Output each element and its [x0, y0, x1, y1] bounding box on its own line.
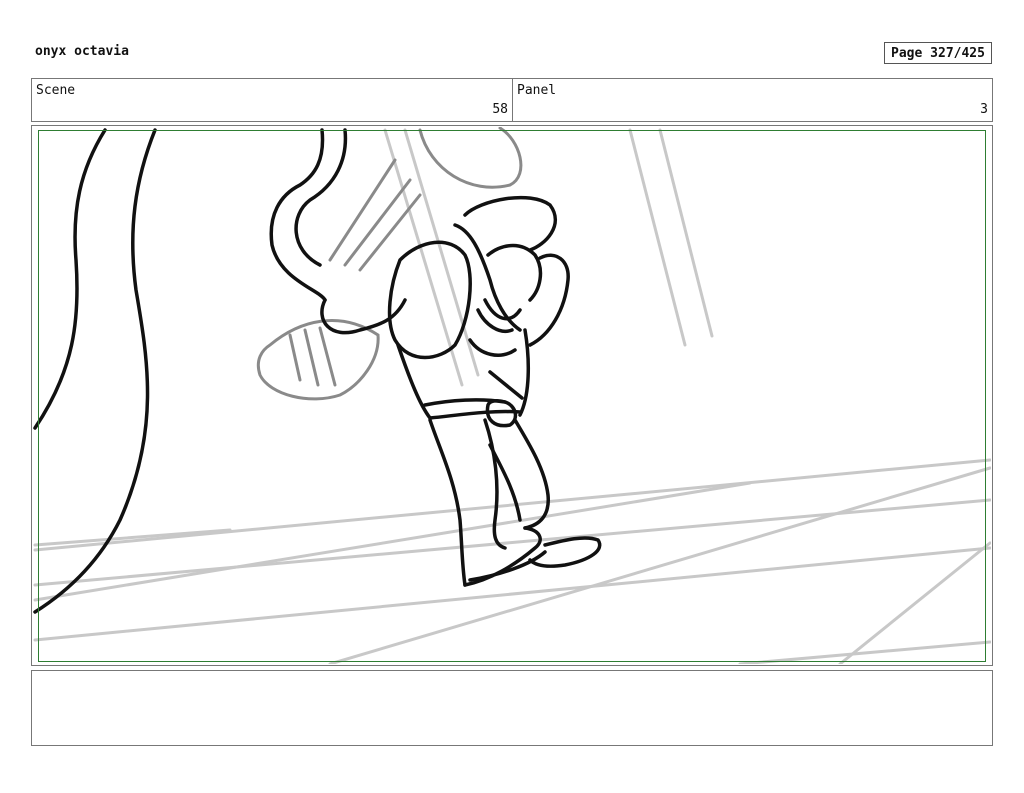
panel-number: 3 — [980, 102, 988, 117]
scene-label: Scene — [36, 83, 76, 98]
page-indicator: Page 327/425 — [884, 42, 992, 64]
scene-panel-header: Scene 58 Panel 3 — [31, 78, 993, 122]
panel-cell: Panel 3 — [513, 79, 992, 121]
author-name: onyx octavia — [35, 44, 129, 59]
notes-box[interactable] — [31, 670, 993, 746]
panel-label: Panel — [517, 83, 557, 98]
scene-number: 58 — [492, 102, 508, 117]
scene-cell: Scene 58 — [32, 79, 513, 121]
safe-area-frame — [38, 130, 986, 662]
